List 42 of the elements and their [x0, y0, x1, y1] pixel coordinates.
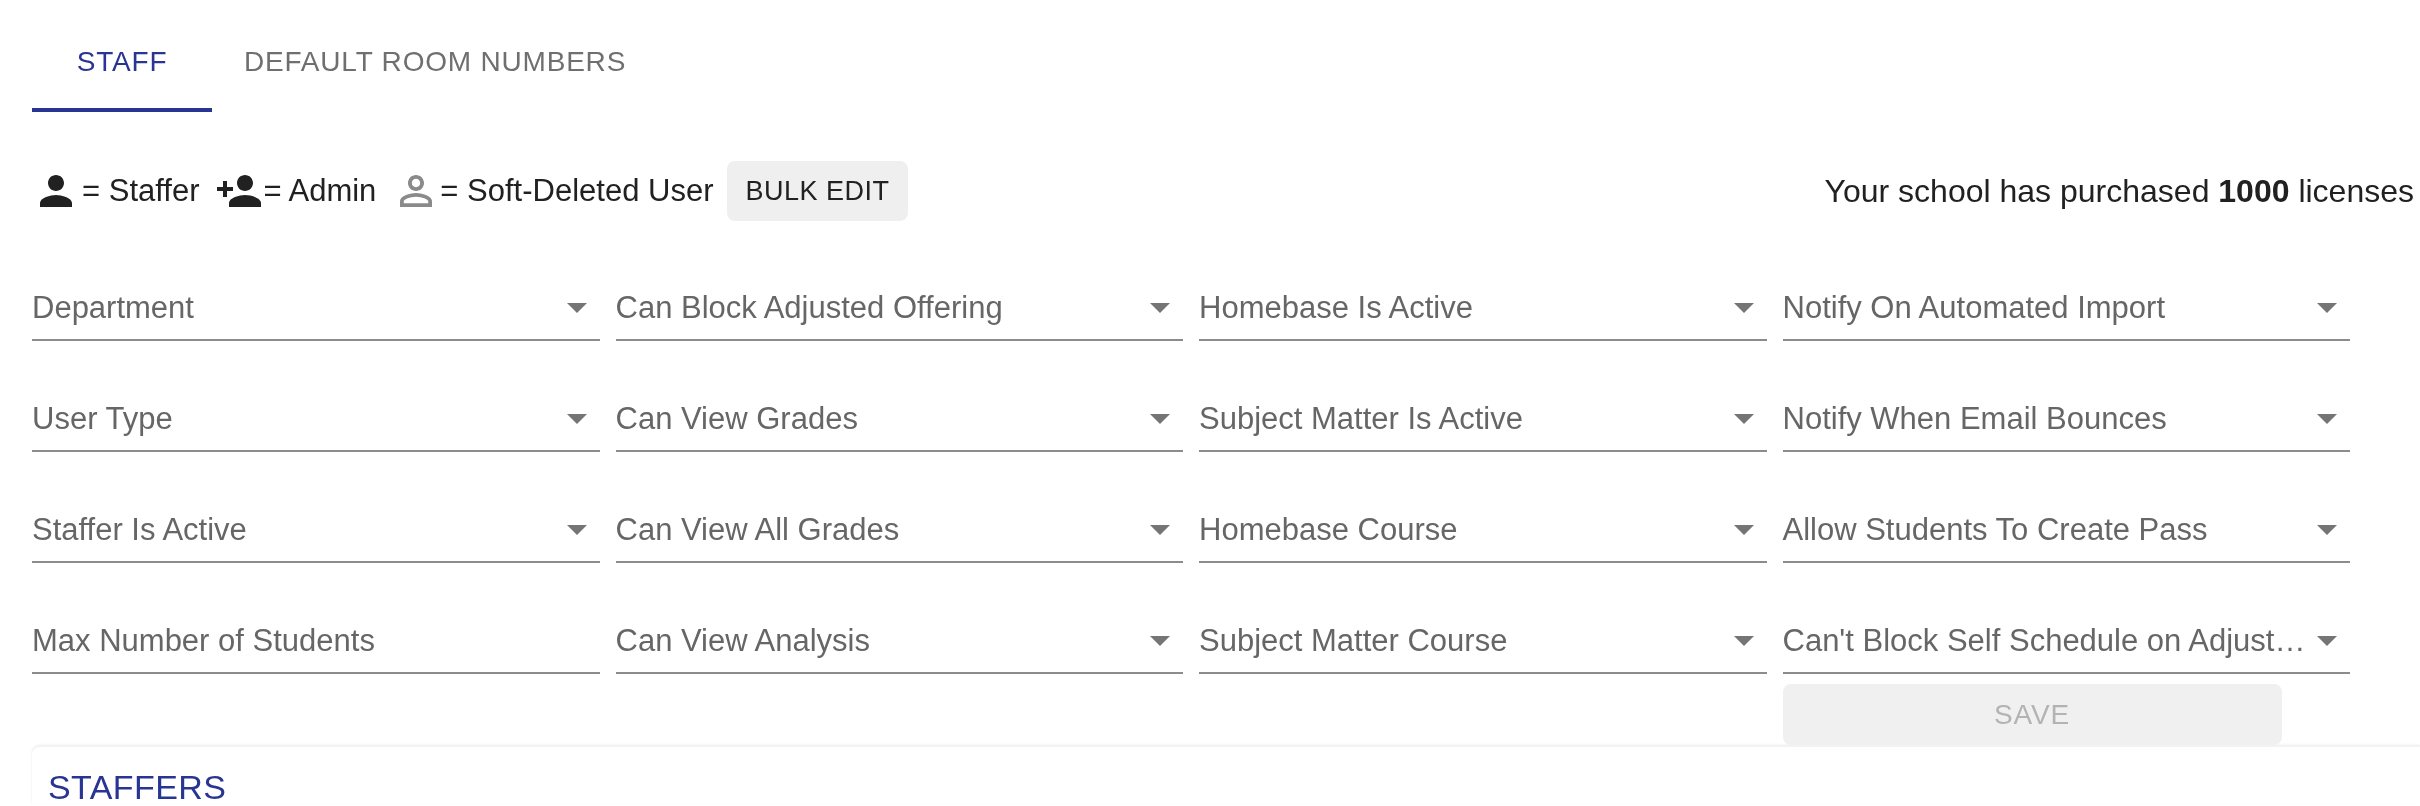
person-icon	[40, 175, 72, 207]
dropdown-field[interactable]: Subject Matter Is Active	[1199, 388, 1767, 452]
caret-icon	[2317, 636, 2337, 646]
caret-icon	[1733, 525, 1754, 535]
caret-icon	[566, 414, 587, 424]
bulk-edit-button[interactable]: BULK EDIT	[727, 161, 908, 221]
caret-icon	[1733, 414, 1754, 424]
dropdown-field[interactable]: Staffer Is Active	[32, 499, 600, 563]
legend-label: = Soft-Deleted User	[440, 172, 714, 210]
dropdown-field[interactable]: Notify On Automated Import	[1782, 277, 2350, 341]
dropdown-field[interactable]: Can View All Grades	[615, 499, 1183, 563]
caret-icon	[1150, 303, 1170, 313]
dropdown-field[interactable]: Homebase Is Active	[1199, 277, 1767, 341]
license-note: Your school has purchased 1000 licenses	[1824, 172, 2414, 210]
dropdown-field[interactable]: Can Block Adjusted Offering	[615, 277, 1183, 341]
tab[interactable]: STAFF	[32, 16, 212, 112]
legend-label: = Staffer	[82, 172, 200, 210]
tab[interactable]: DEFAULT ROOM NUMBERS	[212, 16, 659, 112]
legend-label: = Admin	[263, 172, 377, 210]
caret-icon	[1150, 525, 1170, 535]
caret-icon	[566, 525, 587, 535]
card-title: STAFFERS	[48, 770, 228, 804]
caret-icon	[2317, 414, 2337, 424]
dropdown-field[interactable]: Homebase Course	[1199, 499, 1767, 563]
person-plus-icon	[217, 175, 262, 207]
dropdown-field[interactable]: Subject Matter Course	[1199, 610, 1767, 674]
input-field[interactable]: Max Number of Students	[32, 610, 600, 674]
dropdown-field[interactable]: Can View Analysis	[615, 610, 1183, 674]
caret-icon	[1150, 636, 1170, 646]
caret-icon	[2317, 525, 2337, 535]
caret-icon	[2317, 303, 2337, 313]
caret-icon	[1733, 636, 1754, 646]
dropdown-field[interactable]: Department	[32, 277, 600, 341]
person-outline-icon	[400, 175, 433, 207]
dropdown-field[interactable]: Allow Students To Create Pass	[1782, 499, 2350, 563]
dropdown-field[interactable]: User Type	[32, 388, 600, 452]
caret-icon	[1733, 303, 1754, 313]
dropdown-field[interactable]: Can View Grades	[615, 388, 1183, 452]
caret-icon	[1150, 414, 1170, 424]
caret-icon	[566, 303, 587, 313]
dropdown-field[interactable]: Notify When Email Bounces	[1782, 388, 2350, 452]
dropdown-field[interactable]: Can't Block Self Schedule on Adjust…	[1782, 610, 2350, 674]
